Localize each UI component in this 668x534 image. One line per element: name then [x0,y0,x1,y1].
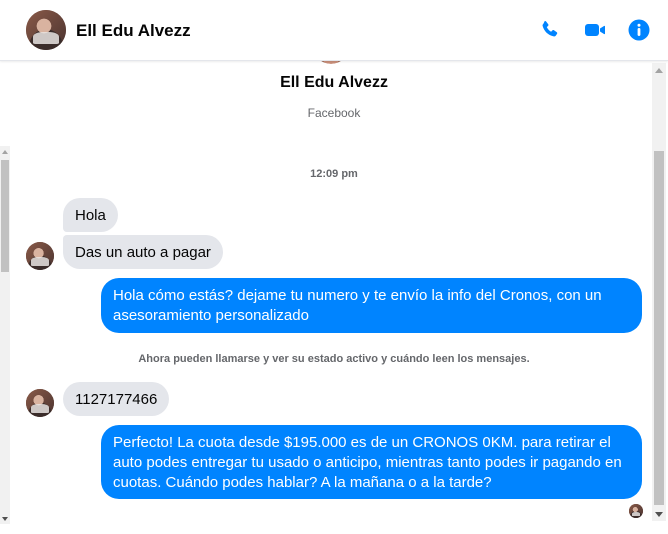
status-notice: Ahora pueden llamarse y ver su estado ac… [138,353,530,365]
incoming-message[interactable]: Das un auto a pagar [63,235,223,269]
incoming-message[interactable]: 1127177466 [63,382,170,416]
left-scrollbar[interactable] [0,146,10,524]
profile-source: Facebook [307,106,361,120]
contact-avatar[interactable] [26,10,66,50]
incoming-message[interactable]: Hola [63,198,118,232]
profile-name: Ell Edu Alvezz [280,74,388,91]
contact-name[interactable]: Ell Edu Alvezz [76,21,191,41]
sender-avatar[interactable] [26,389,54,417]
video-icon[interactable] [583,18,607,42]
scrollbar-thumb[interactable] [654,151,664,505]
phone-icon[interactable] [538,18,562,42]
message-timestamp: 12:09 pm [310,168,358,180]
scroll-up-arrow-icon[interactable] [655,68,663,73]
outgoing-message[interactable]: Perfecto! La cuota desde $195.000 es de … [101,425,642,499]
seen-avatar-icon [629,504,643,518]
info-icon[interactable] [627,18,651,42]
scroll-down-arrow-icon[interactable] [655,512,663,517]
scroll-up-arrow-icon[interactable] [2,150,8,154]
scroll-down-arrow-icon[interactable] [2,517,8,521]
sender-avatar[interactable] [26,242,54,270]
right-scrollbar[interactable] [652,63,666,521]
chat-header: Ell Edu Alvezz [0,0,668,61]
outgoing-message[interactable]: Hola cómo estás? dejame tu numero y te e… [101,278,642,333]
